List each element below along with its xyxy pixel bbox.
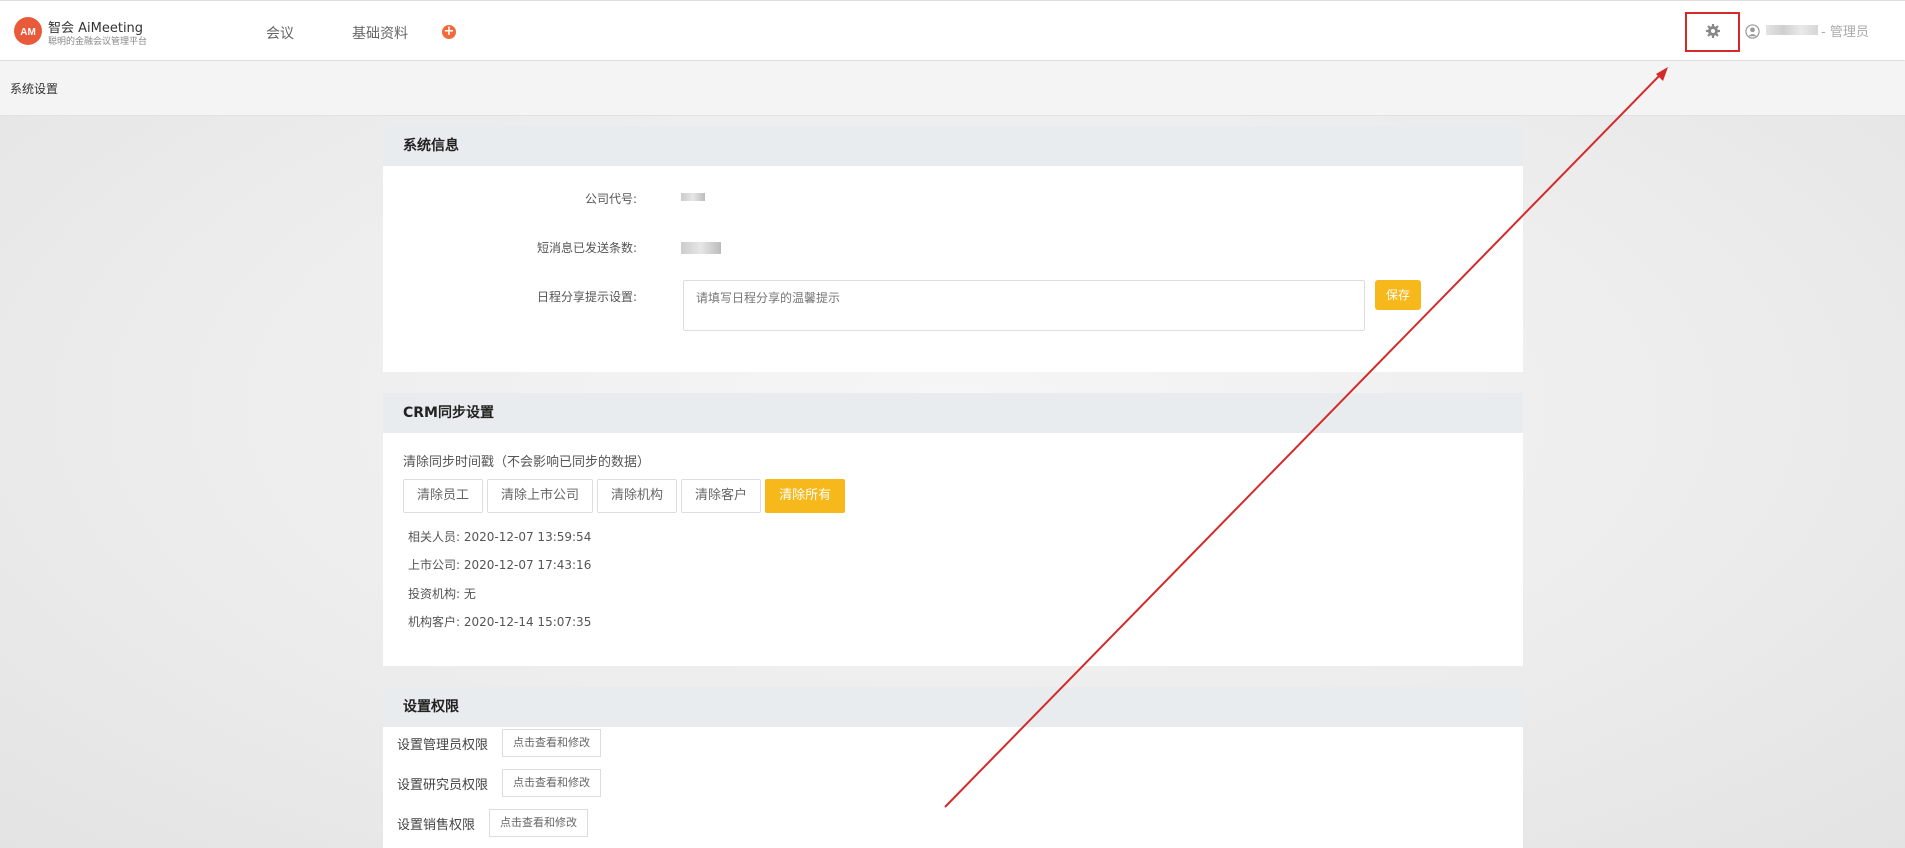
timestamp-value: 无: [463, 587, 476, 601]
timestamp-label: 投资机构:: [408, 587, 461, 601]
timestamp-row: 机构客户: 2020-12-14 15:07:35: [408, 613, 591, 630]
sms-sent-value: [681, 242, 721, 254]
permission-row: 设置管理员权限 点击查看和修改: [397, 729, 602, 757]
permission-label: 设置管理员权限: [397, 737, 489, 753]
crm-description: 清除同步时间戳（不会影响已同步的数据）: [403, 455, 651, 470]
timestamp-label: 机构客户:: [408, 615, 461, 629]
user-role[interactable]: - 管理员: [1821, 21, 1869, 40]
company-code-label: 公司代号:: [584, 192, 637, 206]
settings-highlight-box: [1685, 12, 1740, 52]
logo-icon[interactable]: AM: [14, 17, 42, 45]
permission-label: 设置销售权限: [397, 817, 476, 833]
permission-label: 设置研究员权限: [397, 777, 489, 793]
user-name-blurred: [1766, 25, 1818, 35]
share-tip-label: 日程分享提示设置:: [536, 290, 637, 304]
timestamp-label: 上市公司:: [408, 558, 461, 572]
share-tip-input[interactable]: [683, 280, 1365, 331]
sms-sent-label: 短消息已发送条数:: [536, 241, 637, 255]
permission-row: 设置研究员权限 点击查看和修改: [397, 769, 602, 797]
system-info-panel: 系统信息 公司代号: 短消息已发送条数: 日程分享提示设置: 保存: [383, 126, 1523, 372]
permission-row: 设置销售权限 点击查看和修改: [397, 809, 589, 837]
clear-institutions-button[interactable]: 清除机构: [597, 479, 678, 513]
edit-admin-permission-button[interactable]: 点击查看和修改: [502, 729, 602, 757]
timestamp-value: 2020-12-07 13:59:54: [463, 530, 592, 544]
company-code-value: [681, 193, 705, 201]
timestamp-value: 2020-12-07 17:43:16: [463, 558, 592, 572]
breadcrumb-bar: [0, 61, 1905, 116]
svg-text:AM: AM: [20, 27, 36, 38]
clear-customers-button[interactable]: 清除客户: [681, 479, 762, 513]
permissions-title: 设置权限: [383, 687, 1523, 727]
breadcrumb: 系统设置: [10, 82, 59, 96]
clear-all-button[interactable]: 清除所有: [765, 479, 846, 513]
save-button[interactable]: 保存: [1375, 280, 1421, 310]
timestamp-value: 2020-12-14 15:07:35: [463, 615, 592, 629]
crm-title: CRM同步设置: [383, 393, 1523, 433]
user-avatar-icon[interactable]: [1745, 24, 1760, 39]
edit-sales-permission-button[interactable]: 点击查看和修改: [489, 809, 589, 837]
timestamp-label: 相关人员:: [408, 530, 461, 544]
timestamp-row: 相关人员: 2020-12-07 13:59:54: [408, 528, 591, 545]
crm-button-group: 清除员工 清除上市公司 清除机构 清除客户 清除所有: [403, 479, 846, 513]
timestamp-row: 上市公司: 2020-12-07 17:43:16: [408, 556, 591, 573]
add-icon[interactable]: +: [442, 25, 456, 39]
top-navbar: AM 智会 AiMeeting 聪明的金融会议管理平台 会议 基础资料 + - …: [0, 0, 1905, 60]
brand-subtitle: 聪明的金融会议管理平台: [48, 37, 148, 47]
nav-meeting[interactable]: 会议: [266, 23, 294, 43]
nav-basic-data[interactable]: 基础资料: [352, 23, 408, 43]
edit-researcher-permission-button[interactable]: 点击查看和修改: [502, 769, 602, 797]
crm-panel: CRM同步设置 清除同步时间戳（不会影响已同步的数据） 清除员工 清除上市公司 …: [383, 393, 1523, 666]
timestamp-row: 投资机构: 无: [408, 585, 476, 602]
permissions-panel: 设置权限 设置管理员权限 点击查看和修改 设置研究员权限 点击查看和修改 设置销…: [383, 687, 1523, 848]
clear-listed-companies-button[interactable]: 清除上市公司: [487, 479, 594, 513]
system-info-title: 系统信息: [383, 126, 1523, 166]
clear-employees-button[interactable]: 清除员工: [403, 479, 484, 513]
